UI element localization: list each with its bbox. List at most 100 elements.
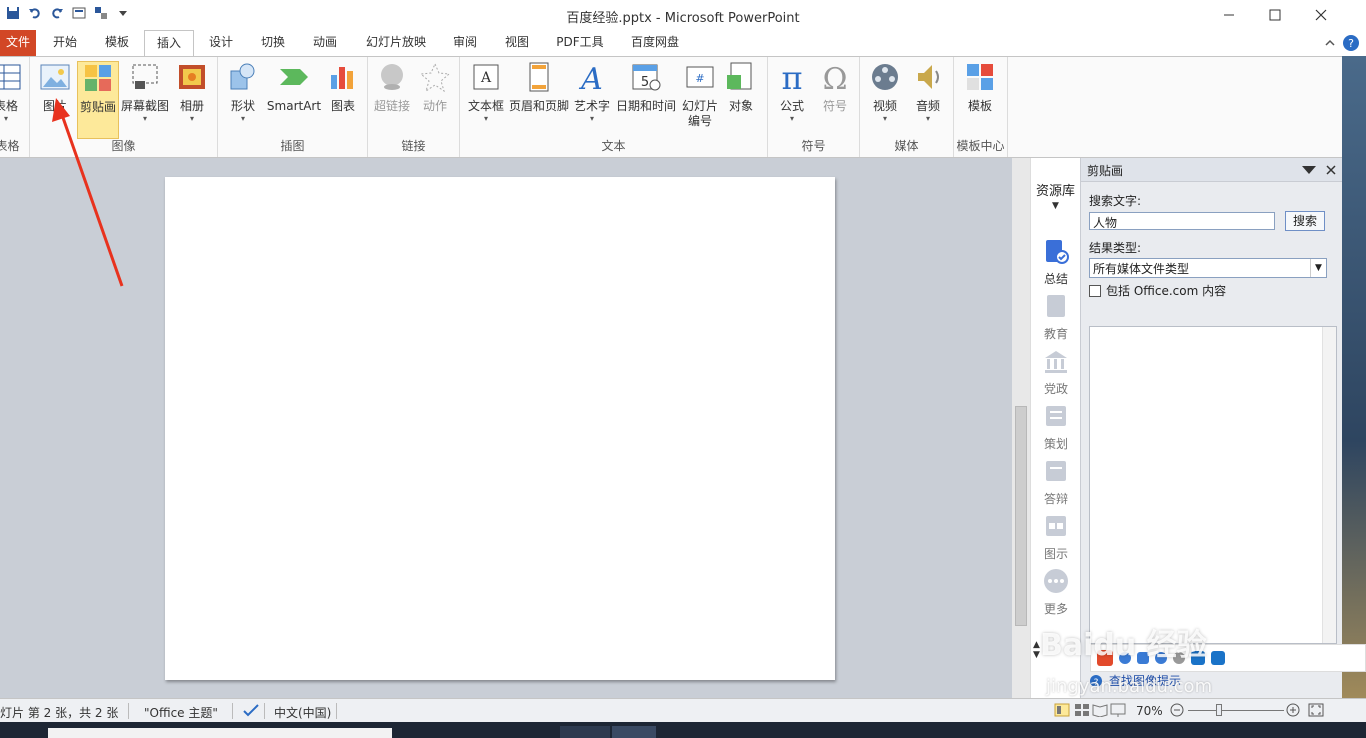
dropdown-arrow-icon: ▾ — [789, 114, 794, 123]
status-bar: 灯片 第 2 张，共 2 张 "Office 主题" 中文(中国) 70% — [0, 698, 1366, 722]
taskbar-app-button[interactable] — [560, 726, 610, 738]
dropdown-arrow-icon: ▾ — [589, 114, 594, 123]
slide-number-button[interactable]: # 幻灯片 编号 — [680, 61, 720, 139]
theme-name[interactable]: "Office 主题" — [144, 704, 218, 721]
slideshow-view-icon[interactable] — [1110, 703, 1126, 717]
shapes-button[interactable]: 形状 ▾ — [224, 61, 262, 139]
zoom-in-icon[interactable] — [1286, 703, 1300, 717]
smartart-icon — [280, 69, 308, 85]
res-item-planning[interactable]: 策划 — [1031, 403, 1081, 452]
reading-view-icon[interactable] — [1092, 703, 1108, 717]
maximize-button[interactable] — [1252, 0, 1298, 30]
tab-view[interactable]: 视图 — [496, 30, 538, 56]
action-button[interactable]: 动作 — [416, 61, 454, 139]
tab-pdf-tools[interactable]: PDF工具 — [548, 30, 612, 56]
textbox-button[interactable]: A 文本框 ▾ — [466, 61, 506, 139]
tab-animations[interactable]: 动画 — [304, 30, 346, 56]
collapse-ribbon-icon[interactable] — [1324, 37, 1336, 49]
group-media: 视频 ▾ 音频 ▾ 媒体 — [860, 57, 954, 157]
scrollbar-thumb[interactable] — [1015, 406, 1027, 626]
film-reel-icon — [872, 64, 898, 90]
tab-home[interactable]: 开始 — [44, 30, 86, 56]
tab-insert[interactable]: 插入 — [144, 30, 194, 57]
search-button[interactable]: 搜索 — [1285, 211, 1325, 231]
minimize-button[interactable] — [1206, 0, 1252, 30]
hyperlink-button[interactable]: 超链接 — [372, 61, 412, 139]
taskbar-app-button[interactable] — [612, 726, 656, 738]
chart-button[interactable]: 图表 — [324, 61, 362, 139]
slide-canvas[interactable] — [165, 177, 835, 680]
include-office-checkbox[interactable] — [1089, 284, 1101, 297]
tab-template[interactable]: 模板 — [96, 30, 138, 56]
template-button[interactable]: 模板 — [960, 61, 1000, 139]
audio-button[interactable]: 音频 ▾ — [908, 61, 948, 139]
resource-library-title[interactable]: 资源库 — [1031, 180, 1080, 199]
screenshot-button[interactable]: 屏幕截图 ▾ — [120, 61, 170, 139]
slide-workspace — [0, 158, 1030, 698]
ime-toolbox-icon[interactable] — [1211, 651, 1225, 665]
spellcheck-icon[interactable] — [242, 703, 260, 717]
close-button[interactable] — [1298, 0, 1344, 30]
res-item-education[interactable]: 教育 — [1031, 293, 1081, 342]
tab-review[interactable]: 审阅 — [444, 30, 486, 56]
symbol-button[interactable]: Ω 符号 — [816, 61, 854, 139]
language-indicator[interactable]: 中文(中国) — [274, 704, 331, 721]
header-footer-button[interactable]: 页眉和页脚 — [508, 61, 570, 139]
result-type-select[interactable]: 所有媒体文件类型 ▼ — [1089, 258, 1327, 278]
svg-text:?: ? — [1348, 37, 1354, 50]
tab-baidu-netdisk[interactable]: 百度网盘 — [622, 30, 688, 56]
pane-close-icon[interactable] — [1326, 165, 1336, 175]
tab-slideshow[interactable]: 幻灯片放映 — [358, 30, 434, 56]
res-item-diagram[interactable]: 图示 — [1031, 513, 1081, 562]
wordart-button[interactable]: A 艺术字 ▾ — [572, 61, 612, 139]
picture-button[interactable]: 图片 — [36, 61, 74, 139]
normal-view-icon[interactable] — [1054, 703, 1070, 717]
header-footer-icon — [529, 62, 549, 92]
tab-transitions[interactable]: 切换 — [252, 30, 294, 56]
clipart-results-list[interactable] — [1089, 326, 1337, 644]
zoom-slider-track[interactable] — [1188, 710, 1284, 711]
maximize-icon — [1269, 9, 1281, 21]
chevron-down-icon[interactable]: ▼ — [1031, 201, 1080, 211]
slide-sorter-view-icon[interactable] — [1074, 703, 1090, 717]
equation-button[interactable]: π 公式 ▾ — [772, 59, 812, 139]
resource-library-panel: 资源库 ▼ 总结 教育 党政 策划 答辩 图示 更多 ▲ ▼ — [1030, 158, 1080, 698]
fit-to-window-icon[interactable] — [1308, 703, 1324, 717]
group-illustrations: 形状 ▾ SmartArt 图表 插图 — [218, 57, 368, 157]
zoom-slider-thumb[interactable] — [1216, 704, 1222, 716]
object-button[interactable]: 对象 — [722, 61, 760, 139]
object-icon — [727, 62, 752, 90]
tab-file[interactable]: 文件 — [0, 30, 36, 56]
help-icon[interactable]: ? — [1342, 34, 1360, 52]
panel-collapse-arrows-icon[interactable]: ▲ ▼ — [1033, 640, 1040, 660]
include-office-row[interactable]: 包括 Office.com 内容 — [1089, 282, 1334, 299]
pane-options-icon[interactable] — [1302, 165, 1316, 175]
results-scrollbar[interactable] — [1322, 327, 1336, 643]
res-item-party-gov[interactable]: 党政 — [1031, 348, 1081, 397]
res-item-summary[interactable]: 总结 — [1031, 238, 1081, 287]
tab-design[interactable]: 设计 — [200, 30, 242, 56]
album-button[interactable]: 相册 ▾ — [172, 61, 212, 139]
clipart-button[interactable]: 剪贴画 — [77, 61, 119, 139]
summary-doc-icon — [1046, 240, 1069, 264]
planning-icon — [1046, 406, 1066, 426]
clipart-pane-header: 剪贴画 — [1081, 158, 1342, 182]
screenshot-icon — [132, 64, 158, 89]
zoom-out-icon[interactable] — [1170, 703, 1184, 717]
group-symbols: π 公式 ▾ Ω 符号 符号 — [768, 57, 860, 157]
taskbar-window-thumbnail[interactable] — [48, 728, 392, 738]
ribbon-tabs: 文件 开始 模板 插入 设计 切换 动画 幻灯片放映 审阅 视图 PDF工具 百… — [0, 30, 1366, 57]
vertical-scrollbar[interactable] — [1012, 158, 1030, 698]
dropdown-arrow-icon: ▾ — [240, 114, 245, 123]
pi-icon: π — [781, 59, 802, 97]
datetime-button[interactable]: 5 日期和时间 — [614, 61, 678, 139]
video-button[interactable]: 视频 ▾ — [864, 61, 906, 139]
smartart-button[interactable]: SmartArt — [264, 61, 324, 139]
group-tables: 表格 ▾ 表格 — [0, 57, 30, 157]
res-item-more[interactable]: 更多 — [1031, 568, 1081, 617]
search-input[interactable]: 人物 — [1089, 212, 1275, 230]
svg-text:π: π — [781, 61, 802, 93]
table-button[interactable]: 表格 ▾ — [0, 61, 26, 139]
zoom-level[interactable]: 70% — [1136, 704, 1163, 718]
res-item-defense[interactable]: 答辩 — [1031, 458, 1081, 507]
